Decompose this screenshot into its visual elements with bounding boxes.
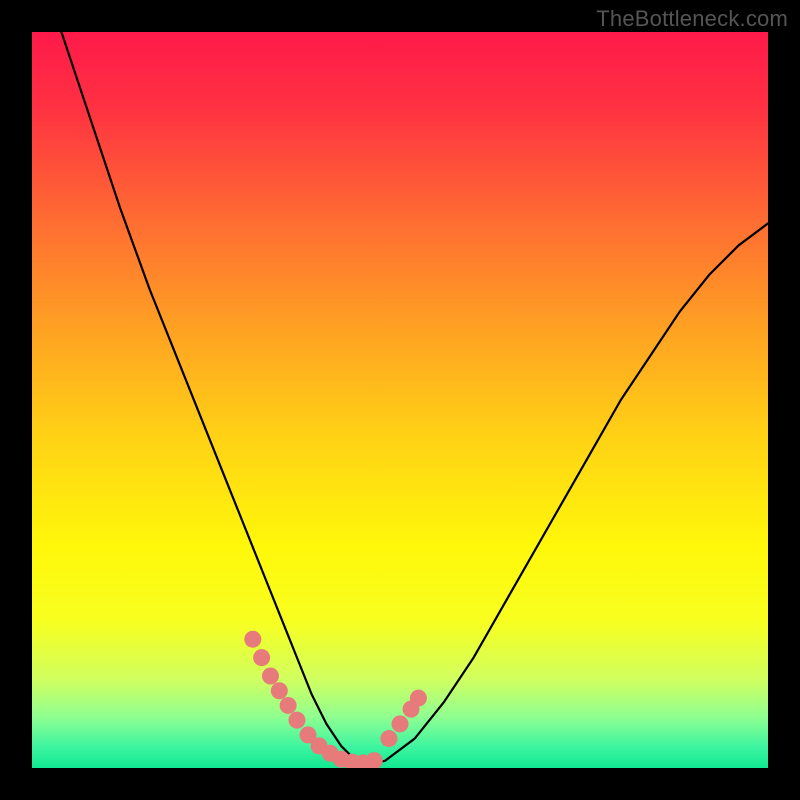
marker-left-branch-markers (244, 631, 261, 648)
marker-right-branch-markers (410, 690, 427, 707)
marker-left-branch-markers (262, 668, 279, 685)
plot-area (32, 32, 768, 768)
chart-frame: TheBottleneck.com (0, 0, 800, 800)
marker-right-branch-markers (380, 730, 397, 747)
marker-left-branch-markers (253, 649, 270, 666)
marker-right-branch-markers (392, 715, 409, 732)
marker-trough-markers (366, 752, 383, 768)
marker-left-branch-markers (288, 712, 305, 729)
curve-layer (32, 32, 768, 768)
watermark-label: TheBottleneck.com (596, 6, 788, 32)
marker-left-branch-markers (280, 697, 297, 714)
series-bottleneck-curve (61, 32, 768, 764)
marker-left-branch-markers (271, 682, 288, 699)
